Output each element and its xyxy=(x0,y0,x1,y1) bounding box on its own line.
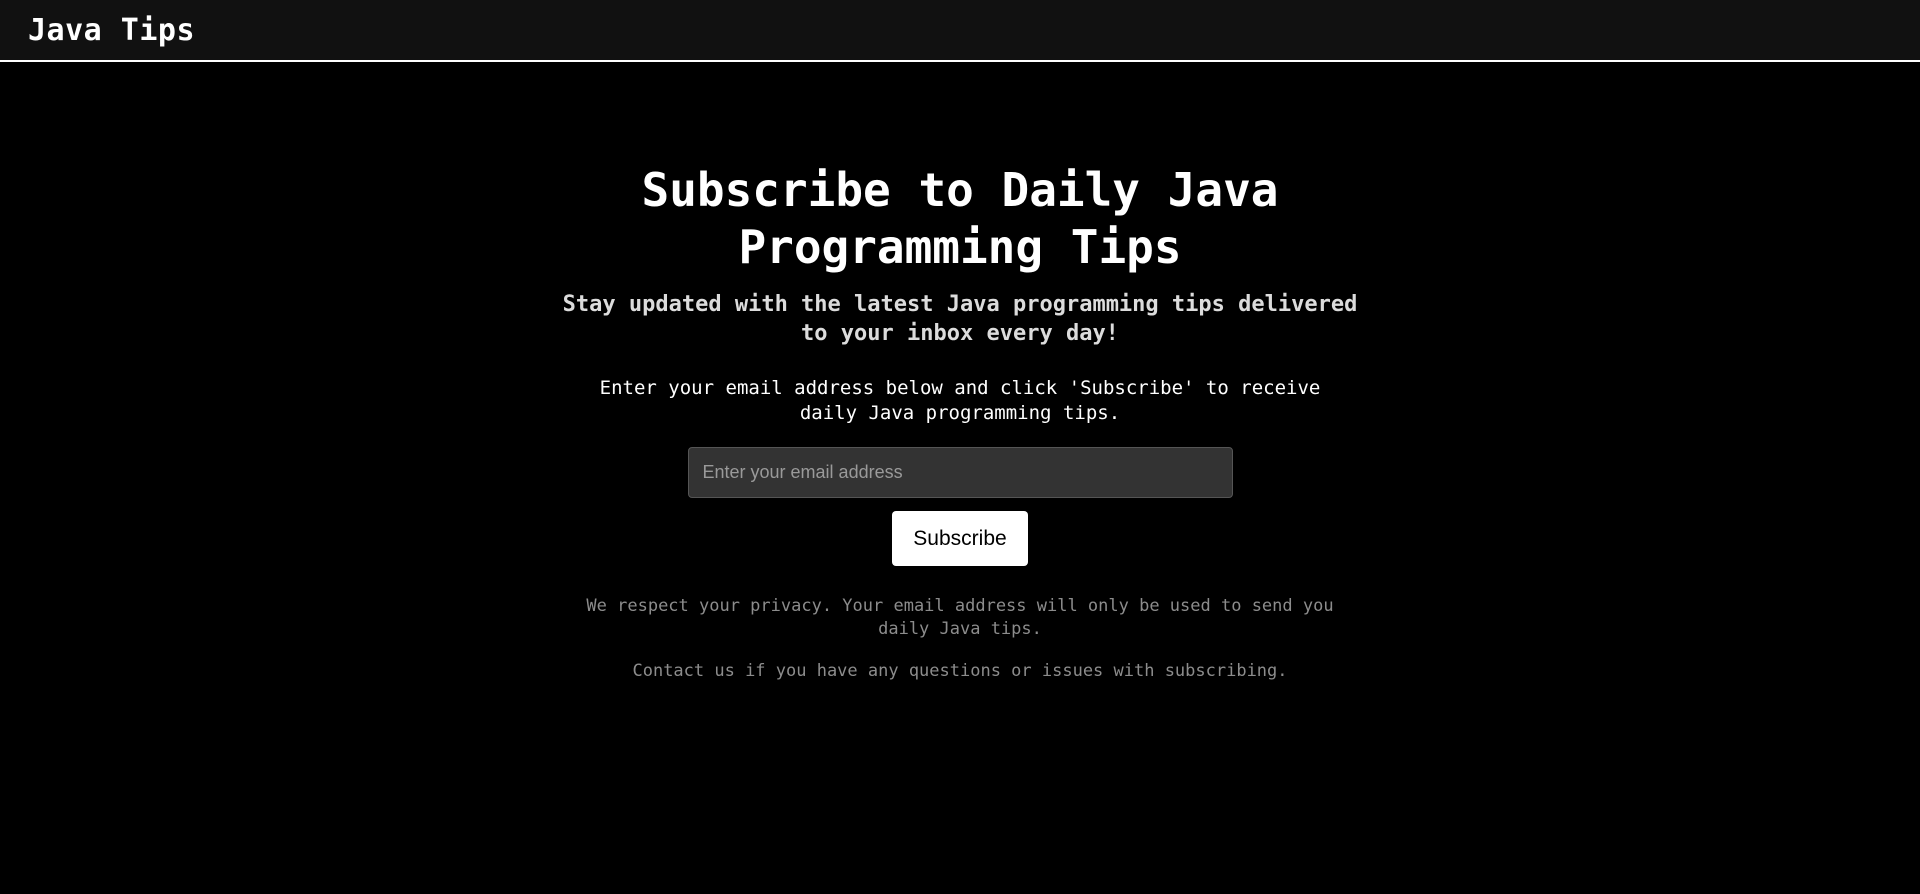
contact-note: Contact us if you have any questions or … xyxy=(632,661,1288,681)
subscribe-section: Subscribe to Daily Java Programming Tips… xyxy=(550,62,1370,683)
privacy-note: We respect your privacy. Your email addr… xyxy=(586,596,1334,639)
page-subtitle: Stay updated with the latest Java progra… xyxy=(562,292,1358,346)
site-header: Java Tips xyxy=(0,0,1920,62)
instructions-text: Enter your email address below and click… xyxy=(599,377,1321,424)
subscribe-button[interactable]: Subscribe xyxy=(892,511,1028,566)
email-input[interactable] xyxy=(687,447,1233,498)
page-title: Subscribe to Daily Java Programming Tips xyxy=(641,163,1279,274)
site-title[interactable]: Java Tips xyxy=(28,13,195,48)
subscribe-form: Subscribe xyxy=(550,447,1370,566)
